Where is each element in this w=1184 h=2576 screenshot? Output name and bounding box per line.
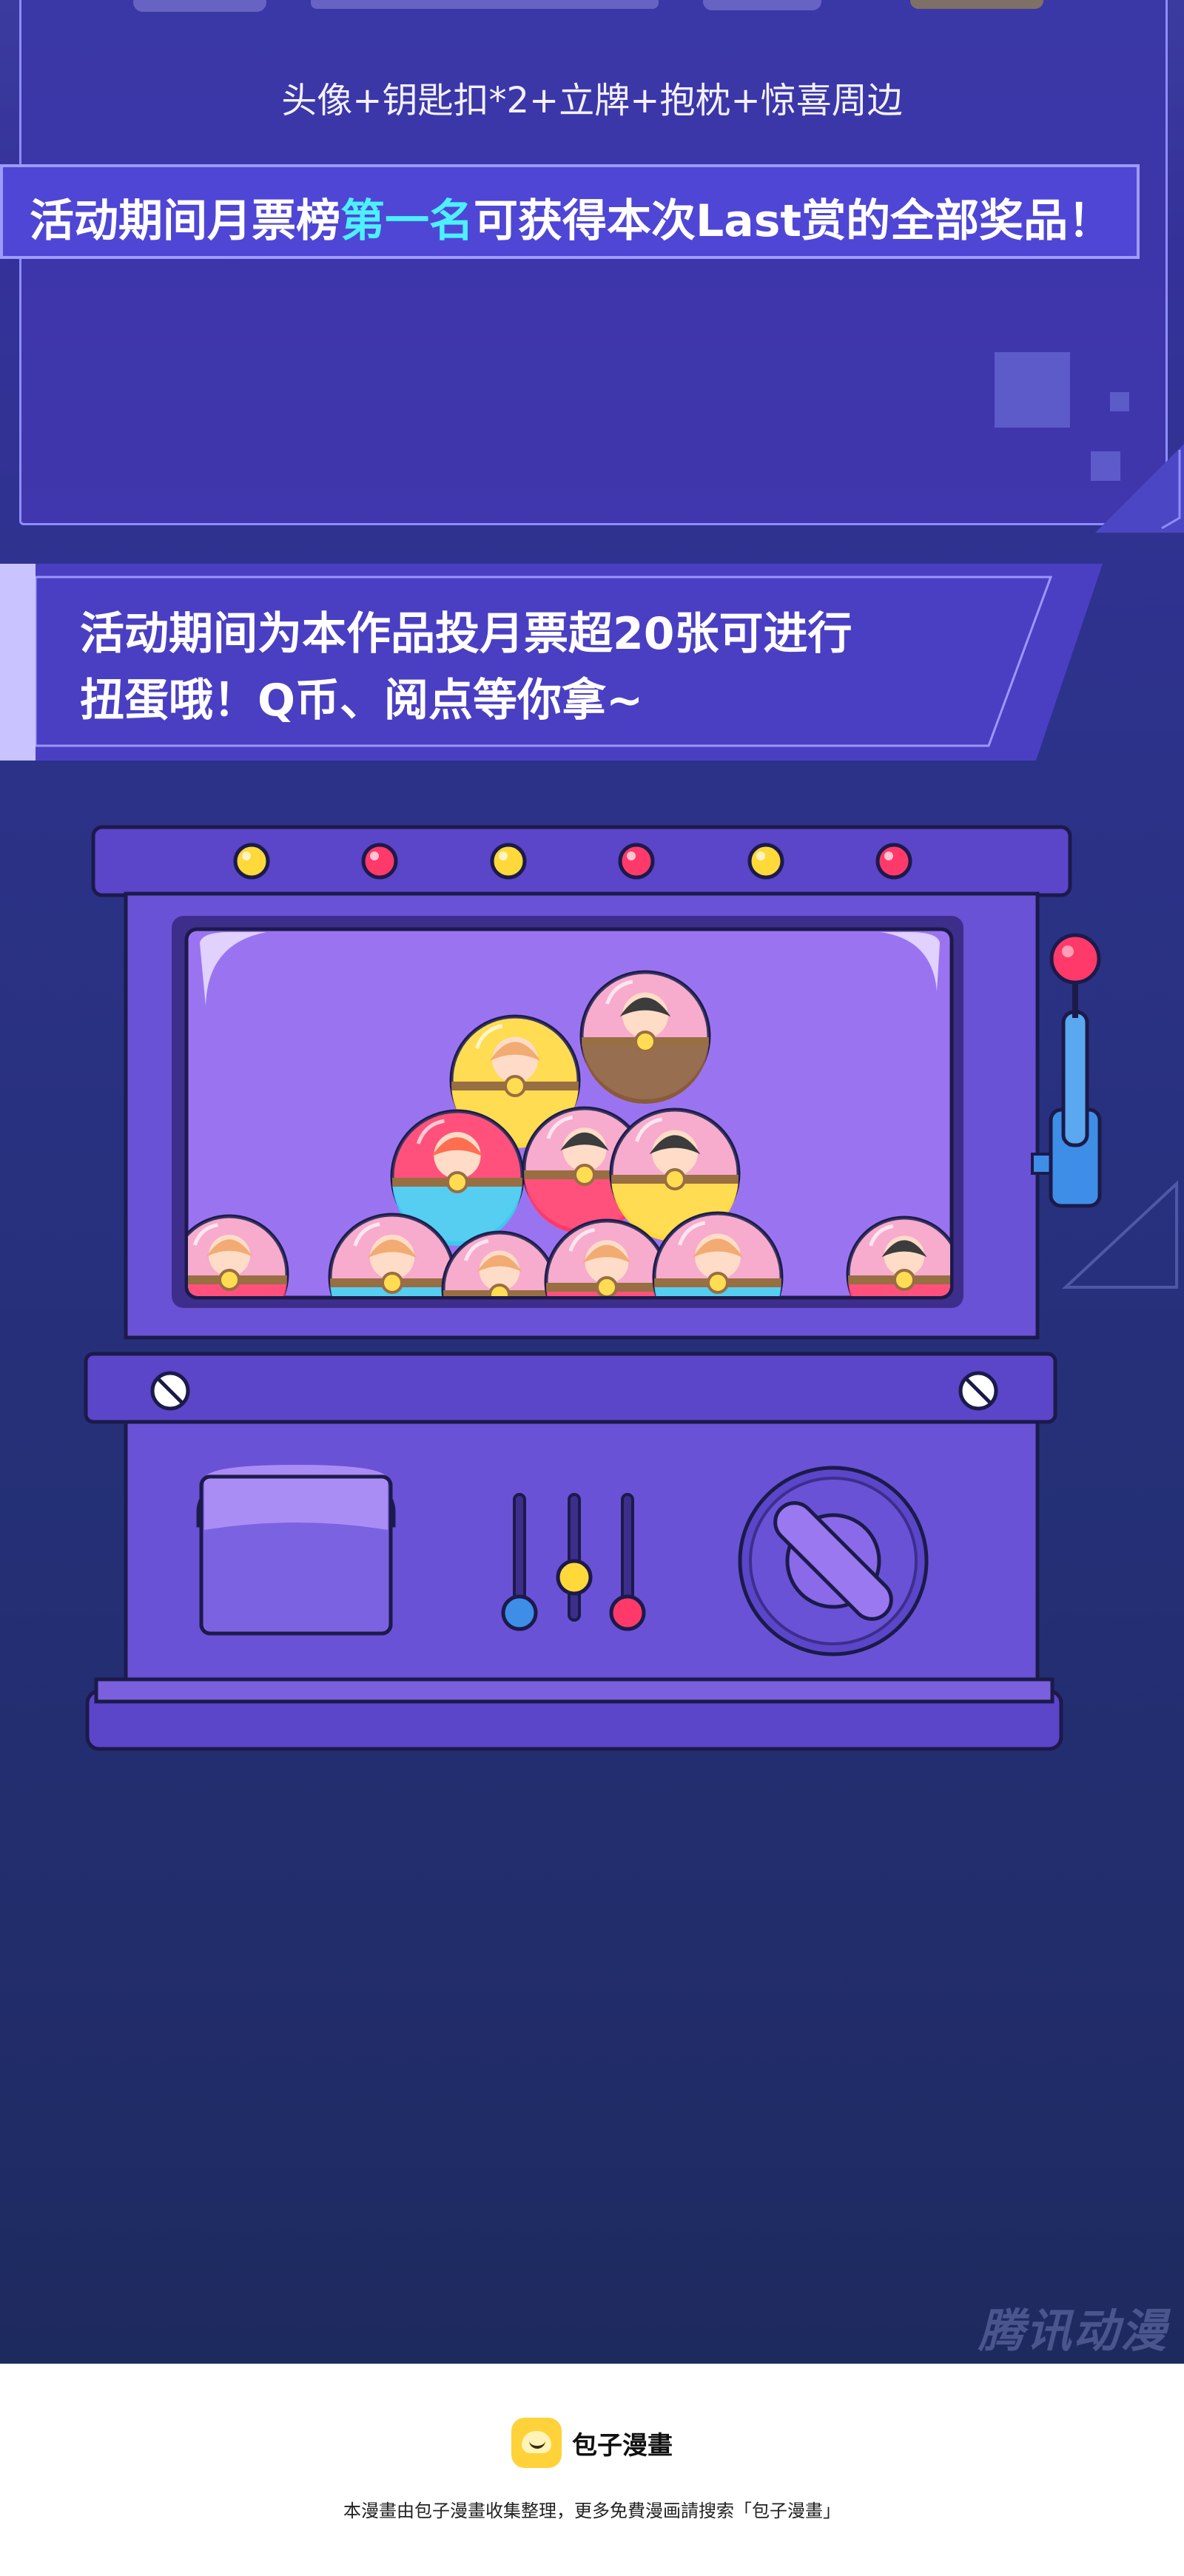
publisher-watermark: 腾讯动漫 — [978, 2304, 1168, 2358]
bun-logo-icon — [511, 2418, 562, 2468]
turn-dial[interactable] — [738, 1466, 929, 1656]
prize-pillow-image — [311, 0, 659, 9]
decor-square — [1110, 392, 1129, 411]
capsule-dispenser[interactable] — [196, 1465, 396, 1636]
screw-left-icon — [150, 1371, 190, 1411]
prize-surprise-image — [910, 0, 1043, 9]
capsule-ghost-chibi — [579, 970, 711, 1104]
rule-text: 活动期间月票榜第一名可获得本次Last赏的全部奖品！ — [30, 185, 1140, 249]
yellow-light — [747, 843, 784, 880]
prize-images-strip — [118, 0, 1080, 15]
machine-middle-band — [84, 1352, 1057, 1424]
notice-line-2: 扭蛋哦！Q币、阅点等你拿~ — [80, 675, 644, 726]
panel-corner-accent — [1095, 444, 1184, 533]
machine-lever[interactable] — [1031, 933, 1102, 1208]
footer-brand-name: 包子漫畫 — [572, 2430, 673, 2461]
rule-text-before: 活动期间月票榜 — [30, 195, 340, 247]
footer-note: 本漫畫由包子漫畫收集整理，更多免費漫画請搜索「包子漫畫」 — [343, 2501, 841, 2521]
rule-text-highlight: 第一名 — [340, 195, 474, 247]
slider-group — [501, 1493, 646, 1631]
prize-stand-image — [133, 0, 266, 12]
yellow-light — [490, 843, 527, 880]
screw-right-icon — [958, 1371, 998, 1411]
comic-page: { "prize_panel": { "items_text": "头像+钥匙扣… — [0, 0, 1184, 2576]
gacha-machine — [84, 825, 1102, 1751]
footer — [0, 2364, 1184, 2576]
machine-base-rim — [94, 1677, 1054, 1704]
decor-square — [995, 352, 1070, 428]
red-light — [618, 843, 655, 880]
notice-line-1: 活动期间为本作品投月票超20张可进行 — [80, 608, 852, 660]
notice-banner — [0, 564, 1103, 761]
rule-text-after: 可获得本次Last赏的全部奖品！ — [474, 195, 1113, 247]
red-light — [875, 843, 912, 880]
prize-items-text: 头像+钥匙扣*2+立牌+抱枕+惊喜周边 — [281, 80, 903, 121]
yellow-light — [233, 843, 270, 880]
prize-keychain-image — [703, 0, 821, 10]
footer-brand[interactable]: 包子漫畫 — [0, 2418, 1184, 2468]
red-light — [361, 843, 398, 880]
